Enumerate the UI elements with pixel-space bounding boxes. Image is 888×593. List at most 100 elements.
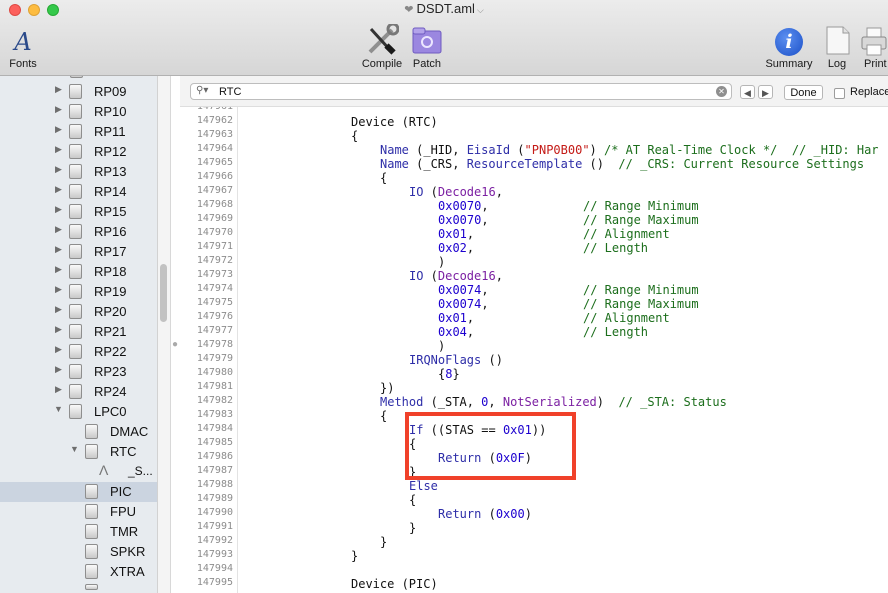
- code-token: ): [524, 451, 532, 465]
- tree-row-xtra[interactable]: XTRA: [0, 562, 157, 582]
- disclosure-right-icon[interactable]: ▶: [55, 264, 62, 275]
- disclosure-right-icon[interactable]: ▶: [55, 324, 62, 335]
- sidebar-scroll-thumb[interactable]: [160, 264, 167, 322]
- log-button[interactable]: Log: [821, 22, 853, 70]
- compile-label: Compile: [361, 58, 403, 70]
- tree-row-rp21[interactable]: ▶ RP21: [0, 322, 157, 342]
- code-line: ): [438, 339, 445, 353]
- line-number: 147985: [196, 437, 233, 448]
- code-line: 0x0070,: [438, 199, 489, 213]
- tree-row-rp13[interactable]: ▶ RP13: [0, 162, 157, 182]
- disclosure-right-icon[interactable]: ▶: [55, 304, 62, 315]
- code-token: (: [481, 451, 496, 465]
- code-token: Name: [380, 143, 409, 157]
- disclosure-right-icon[interactable]: ▶: [55, 104, 62, 115]
- code-line: Device (PIC): [351, 577, 438, 591]
- tree-row-rp14[interactable]: ▶ RP14: [0, 182, 157, 202]
- tree-row-rp15[interactable]: ▶ RP15: [0, 202, 157, 222]
- replace-checkbox[interactable]: [834, 88, 845, 99]
- line-number: 147963: [196, 129, 233, 140]
- find-bar: ⚲▾ ✕ ◀ ▶ Done Replace: [180, 76, 888, 107]
- summary-button[interactable]: i Summary: [762, 22, 816, 70]
- find-next-button[interactable]: ▶: [758, 85, 773, 99]
- tree-row-rp24[interactable]: ▶ RP24: [0, 382, 157, 402]
- tree-row-rp12[interactable]: ▶ RP12: [0, 142, 157, 162]
- tree-row-rp17[interactable]: ▶ RP17: [0, 242, 157, 262]
- window-title[interactable]: ❤ DSDT.aml ⌵: [0, 1, 888, 16]
- sidebar-scrollbar[interactable]: [158, 76, 171, 593]
- disclosure-right-icon[interactable]: ▶: [55, 204, 62, 215]
- tree-label: SPKR: [110, 544, 146, 559]
- code-comment: // Alignment: [583, 311, 670, 325]
- search-icon[interactable]: ⚲▾: [196, 85, 208, 96]
- tree-row-rp19[interactable]: ▶ RP19: [0, 282, 157, 302]
- code-editor[interactable]: 147961 147962 147963 147964 147965 14796…: [180, 107, 888, 593]
- tree-row-fpu[interactable]: FPU: [0, 502, 157, 522]
- tree-row-rtc[interactable]: ▼ RTC: [0, 442, 157, 462]
- code-token: (): [582, 157, 619, 171]
- code-comment: // Range Minimum: [583, 283, 699, 297]
- disclosure-right-icon[interactable]: ▶: [55, 364, 62, 375]
- code-token: Device: [351, 115, 395, 129]
- tree-row-rp16[interactable]: ▶ RP16: [0, 222, 157, 242]
- patch-button[interactable]: Patch: [408, 22, 446, 70]
- search-field[interactable]: ⚲▾ ✕: [190, 83, 732, 100]
- disclosure-right-icon[interactable]: ▶: [55, 224, 62, 235]
- disclosure-right-icon[interactable]: ▶: [55, 124, 62, 135]
- print-button[interactable]: Print: [860, 22, 888, 70]
- disclosure-right-icon[interactable]: ▶: [55, 144, 62, 155]
- compile-button[interactable]: Compile: [358, 22, 406, 70]
- code-line: 0x01,: [438, 227, 474, 241]
- code-line: ): [438, 255, 445, 269]
- tree-row-rp11[interactable]: ▶ RP11: [0, 122, 157, 142]
- clear-search-icon[interactable]: ✕: [716, 86, 727, 97]
- tree-row-dmac[interactable]: DMAC: [0, 422, 157, 442]
- window-toolbar: ❤ DSDT.aml ⌵ A Fonts Compile Patch i Sum…: [0, 0, 888, 76]
- tree-row-lpc0[interactable]: ▼ LPC0: [0, 402, 157, 422]
- disclosure-down-icon[interactable]: ▼: [54, 404, 63, 414]
- device-icon: [85, 544, 98, 559]
- disclosure-right-icon[interactable]: ▶: [55, 164, 62, 175]
- code-token: Decode16: [437, 185, 496, 199]
- tree-row-rp22[interactable]: ▶ RP22: [0, 342, 157, 362]
- disclosure-right-icon[interactable]: ▶: [55, 344, 62, 355]
- done-button[interactable]: Done: [784, 85, 823, 100]
- code-line: IRQNoFlags (): [409, 353, 503, 367]
- device-icon: [69, 204, 82, 219]
- split-view-grip-icon[interactable]: ●: [172, 339, 178, 350]
- tree-row-tmr[interactable]: TMR: [0, 522, 157, 542]
- tree-row-rp09[interactable]: ▶ RP09: [0, 82, 157, 102]
- tree-row-rp20[interactable]: ▶ RP20: [0, 302, 157, 322]
- tree-row-rtc-sta[interactable]: Λ _S...: [0, 462, 157, 482]
- method-icon: Λ: [99, 462, 109, 478]
- device-icon: [69, 404, 82, 419]
- tree-label: _S...: [128, 464, 153, 478]
- tree-row-pic[interactable]: PIC: [0, 482, 157, 502]
- code-token: (_HID,: [408, 143, 467, 157]
- line-number: 147961: [180, 107, 233, 114]
- tree-label: RP11: [94, 124, 126, 139]
- tree-row-rp10[interactable]: ▶ RP10: [0, 102, 157, 122]
- line-number: 147968: [196, 199, 233, 210]
- tree-row-spkr[interactable]: SPKR: [0, 542, 157, 562]
- device-icon: [85, 484, 98, 499]
- code-comment: // Length: [583, 325, 648, 339]
- search-input[interactable]: [219, 84, 699, 99]
- disclosure-right-icon[interactable]: ▶: [55, 284, 62, 295]
- tree-row-rp18[interactable]: ▶ RP18: [0, 262, 157, 282]
- disclosure-down-icon[interactable]: ▼: [70, 444, 79, 454]
- tree-row-rp23[interactable]: ▶ RP23: [0, 362, 157, 382]
- find-previous-button[interactable]: ◀: [740, 85, 755, 99]
- code-token: ,: [488, 395, 503, 409]
- disclosure-right-icon[interactable]: ▶: [55, 384, 62, 395]
- code-token: 0x0070: [438, 213, 482, 227]
- device-icon: [85, 424, 98, 439]
- disclosure-right-icon[interactable]: ▶: [55, 244, 62, 255]
- code-token: }: [351, 549, 359, 563]
- fonts-button[interactable]: A Fonts: [6, 22, 40, 70]
- code-line: {: [351, 129, 358, 143]
- code-token: (): [481, 353, 503, 367]
- disclosure-right-icon[interactable]: ▶: [55, 184, 62, 195]
- disclosure-right-icon[interactable]: ▶: [55, 84, 62, 95]
- code-token: 0x00: [495, 507, 525, 521]
